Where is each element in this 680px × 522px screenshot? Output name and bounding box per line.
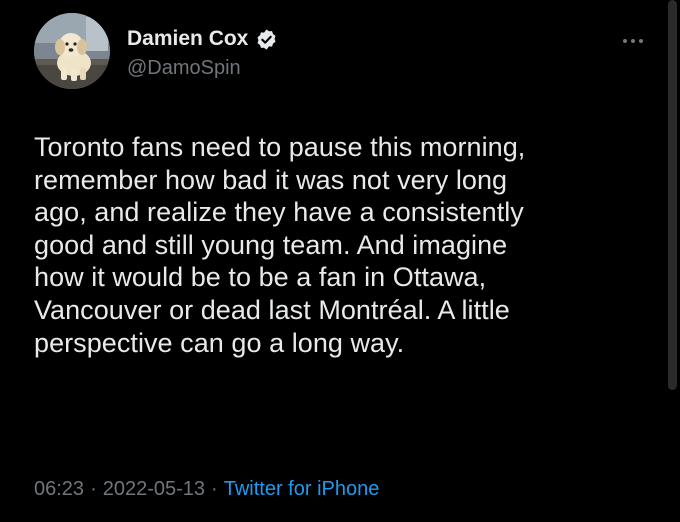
avatar[interactable]: [34, 13, 110, 89]
display-name[interactable]: Damien Cox: [127, 26, 248, 52]
tweet-text-line: remember how bad it was not very long: [34, 164, 508, 195]
tweet-time[interactable]: 06:23: [34, 478, 84, 500]
tweet-text-line: ago, and realize they have a consistentl…: [34, 197, 524, 228]
handle[interactable]: @DamoSpin: [127, 55, 278, 81]
tweet-text-line: Toronto fans need to pause this morning,: [34, 132, 526, 162]
tweet-date[interactable]: 2022-05-13: [103, 478, 205, 500]
tweet-source-link[interactable]: Twitter for iPhone: [224, 478, 380, 500]
tweet-text: Toronto fans need to pause this morning,…: [34, 131, 654, 359]
puppy-photo-avatar-icon: [34, 13, 110, 89]
tweet-text-line: good and still young team. And imagine: [34, 229, 508, 260]
tweet-meta: 06:23 · 2022-05-13 · Twitter for iPhone: [34, 476, 379, 502]
tweet-text-line: how it would be to be a fan in Ottawa,: [34, 262, 487, 293]
tweet: Damien Cox @DamoSpin Toronto fans need t…: [0, 0, 680, 522]
meta-separator: ·: [90, 478, 97, 500]
meta-separator: ·: [211, 478, 218, 500]
more-options-icon[interactable]: [622, 32, 644, 43]
scrollbar[interactable]: [668, 0, 677, 390]
author-block[interactable]: Damien Cox @DamoSpin: [127, 26, 278, 81]
verified-badge-icon: [255, 28, 278, 51]
name-row: Damien Cox: [127, 26, 278, 52]
tweet-text-line: perspective can go a long way.: [34, 327, 405, 358]
tweet-text-line: Vancouver or dead last Montréal. A littl…: [34, 294, 510, 325]
